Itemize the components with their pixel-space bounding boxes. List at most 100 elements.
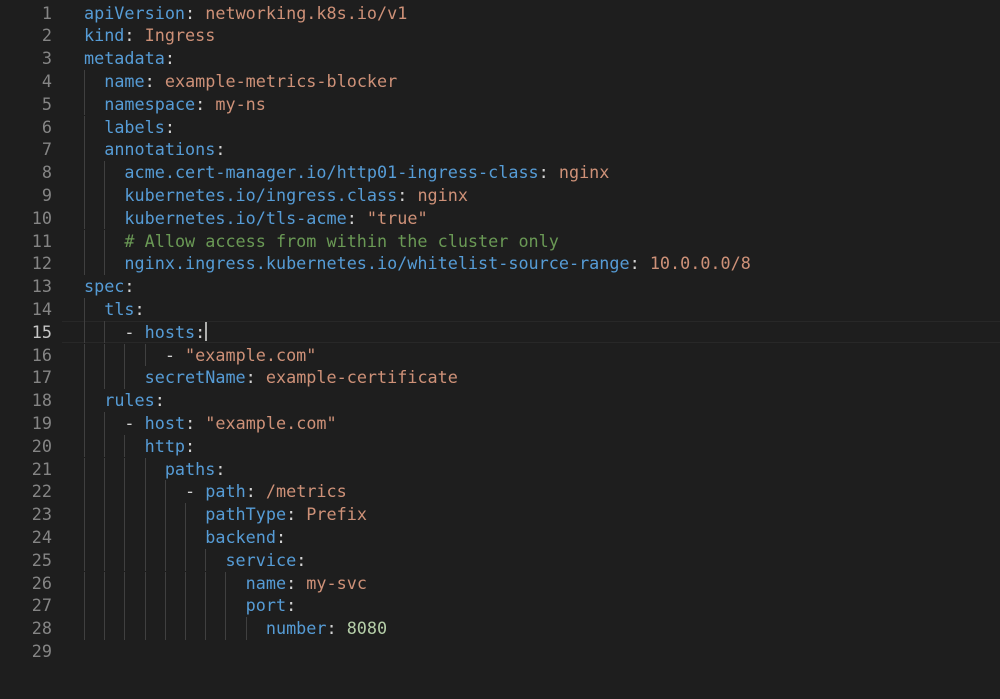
indent-guide	[205, 617, 207, 640]
indent-guide	[104, 434, 106, 458]
code-text[interactable]: - host: "example.com"	[84, 412, 336, 435]
line-number: 14	[31, 298, 52, 319]
line-number: 16	[31, 344, 52, 365]
code-text[interactable]: http:	[84, 435, 196, 458]
indent-guide	[185, 525, 187, 549]
indent-guide	[144, 480, 146, 504]
line-number: 27	[31, 595, 52, 616]
indent-guide	[84, 571, 85, 595]
code-text[interactable]: name: example-metrics-blocker	[84, 70, 397, 93]
code-line[interactable]: 2 kind: Ingress	[0, 24, 1000, 47]
code-text[interactable]: tls:	[84, 298, 144, 321]
code-line[interactable]: 4 name: example-metrics-blocker	[0, 70, 1000, 93]
indent-guide	[104, 480, 106, 504]
code-text[interactable]: apiVersion: networking.k8s.io/v1	[84, 2, 407, 25]
indent-guide	[124, 343, 126, 367]
indent-guide	[84, 92, 85, 116]
code-text[interactable]: service:	[84, 549, 306, 572]
code-text[interactable]: paths:	[84, 458, 226, 481]
indent-guide	[84, 138, 85, 162]
code-text[interactable]: metadata:	[84, 47, 175, 70]
line-number: 19	[31, 412, 52, 433]
code-text[interactable]: # Allow access from within the cluster o…	[84, 230, 558, 253]
code-line[interactable]: 18 rules:	[0, 389, 1000, 412]
indent-guide	[84, 457, 85, 481]
code-line[interactable]: 14 tls:	[0, 298, 1000, 321]
code-line[interactable]: 21 paths:	[0, 458, 1000, 481]
code-text[interactable]: - hosts:	[84, 321, 208, 344]
code-line[interactable]: 22 - path: /metrics	[0, 480, 1000, 503]
code-text[interactable]: annotations:	[84, 138, 225, 161]
code-line[interactable]: 27 port:	[0, 594, 1000, 617]
code-line[interactable]: 12 nginx.ingress.kubernetes.io/whitelist…	[0, 252, 1000, 275]
code-line[interactable]: 20 http:	[0, 435, 1000, 458]
line-number: 29	[31, 640, 52, 661]
code-text[interactable]: labels:	[84, 116, 175, 139]
code-line[interactable]: 16 - "example.com"	[0, 344, 1000, 367]
code-line[interactable]: 8 acme.cert-manager.io/http01-ingress-cl…	[0, 161, 1000, 184]
code-line[interactable]: 25 service:	[0, 549, 1000, 572]
code-line[interactable]: 11 # Allow access from within the cluste…	[0, 230, 1000, 253]
code-line[interactable]: 13 spec:	[0, 275, 1000, 298]
indent-guide	[84, 411, 85, 435]
indent-guide	[104, 161, 106, 184]
code-text[interactable]: number: 8080	[84, 617, 387, 640]
indent-guide	[144, 548, 146, 572]
code-line[interactable]: 6 labels:	[0, 116, 1000, 139]
indent-guide	[124, 503, 126, 526]
code-line[interactable]: 24 backend:	[0, 526, 1000, 549]
indent-guide	[104, 571, 106, 595]
indent-guide	[84, 320, 85, 344]
indent-guide	[164, 480, 166, 504]
code-line[interactable]: 3 metadata:	[0, 47, 1000, 70]
code-line[interactable]: 23 pathType: Prefix	[0, 503, 1000, 526]
indent-guide	[84, 366, 85, 390]
code-line[interactable]: 28 number: 8080	[0, 617, 1000, 640]
code-text[interactable]: port:	[84, 594, 297, 617]
indent-guide	[84, 525, 85, 549]
code-line[interactable]: 26 name: my-svc	[0, 572, 1000, 595]
line-number: 8	[41, 162, 52, 183]
indent-guide	[84, 69, 85, 93]
code-editor[interactable]: 1 apiVersion: networking.k8s.io/v1 2 kind: …	[0, 0, 1000, 699]
code-text[interactable]: acme.cert-manager.io/http01-ingress-clas…	[84, 161, 609, 184]
code-text[interactable]: kubernetes.io/ingress.class: nginx	[84, 184, 468, 207]
code-line[interactable]: 29	[0, 640, 1000, 663]
code-line[interactable]: 19 - host: "example.com"	[0, 412, 1000, 435]
code-line[interactable]: 5 namespace: my-ns	[0, 93, 1000, 116]
code-text[interactable]: namespace: my-ns	[84, 93, 266, 116]
line-number: 21	[31, 458, 52, 479]
code-text[interactable]: rules:	[84, 389, 165, 412]
line-number: 2	[41, 25, 52, 46]
indent-guide	[144, 525, 146, 549]
code-line[interactable]: 15 - hosts:	[0, 321, 1000, 344]
code-text[interactable]: kind: Ingress	[84, 24, 215, 47]
code-line[interactable]: 17 secretName: example-certificate	[0, 366, 1000, 389]
code-text[interactable]: spec:	[84, 275, 135, 298]
code-text[interactable]: nginx.ingress.kubernetes.io/whitelist-so…	[84, 252, 750, 275]
indent-guide	[84, 434, 85, 458]
indent-guide	[124, 617, 126, 640]
line-number: 3	[41, 48, 52, 69]
indent-guide	[104, 594, 106, 618]
indent-guide	[84, 206, 85, 230]
code-text[interactable]: - path: /metrics	[84, 480, 347, 503]
indent-guide	[185, 503, 187, 526]
indent-guide	[104, 320, 106, 344]
line-number: 7	[41, 139, 52, 160]
code-text[interactable]: - "example.com"	[84, 344, 317, 367]
line-number: 28	[31, 618, 52, 639]
code-line[interactable]: 1 apiVersion: networking.k8s.io/v1	[0, 2, 1000, 25]
indent-guide	[84, 594, 85, 618]
line-number: 25	[31, 549, 52, 570]
code-text[interactable]: kubernetes.io/tls-acme: "true"	[84, 207, 427, 230]
code-line[interactable]: 7 annotations:	[0, 138, 1000, 161]
code-text[interactable]: secretName: example-certificate	[84, 366, 458, 389]
code-line[interactable]: 10 kubernetes.io/tls-acme: "true"	[0, 207, 1000, 230]
code-line[interactable]: 9 kubernetes.io/ingress.class: nginx	[0, 184, 1000, 207]
indent-guide	[164, 571, 166, 595]
indent-guide	[185, 594, 187, 618]
indent-guide	[104, 457, 106, 481]
indent-guide	[104, 411, 106, 435]
code-text[interactable]: pathType: Prefix	[84, 503, 367, 526]
